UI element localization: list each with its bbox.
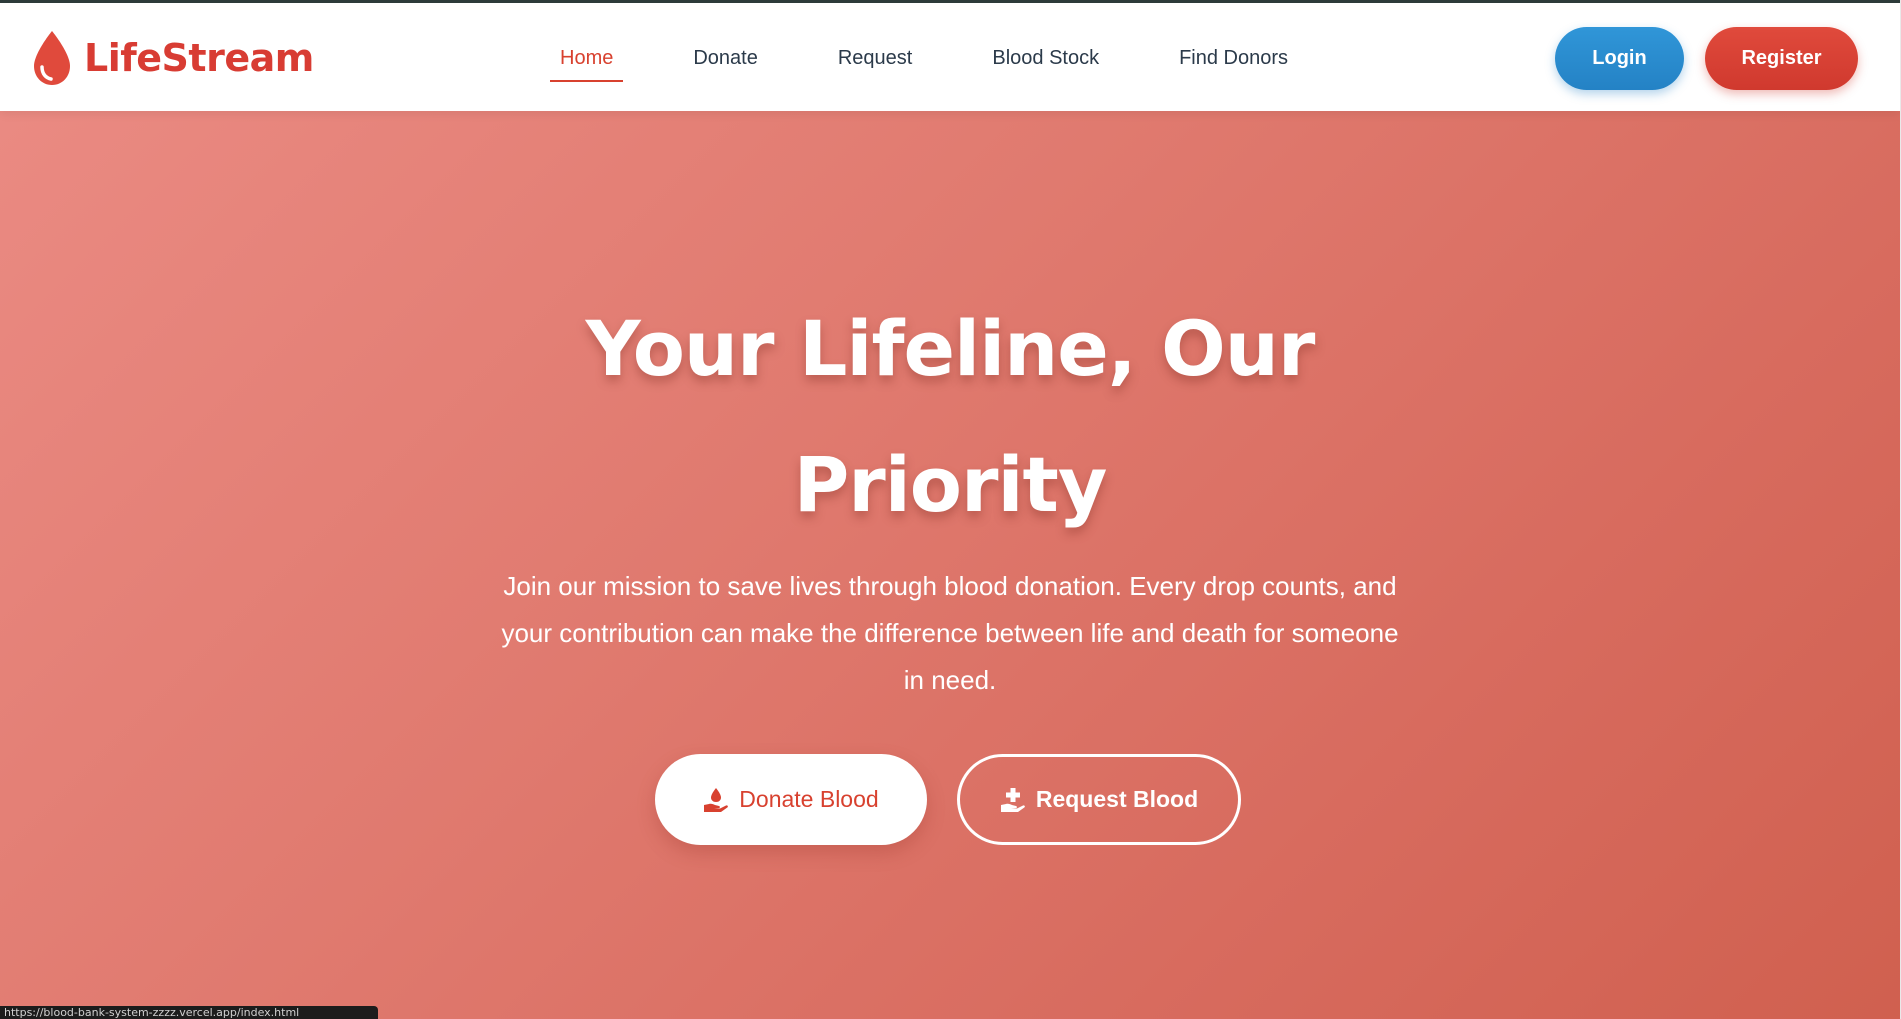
brand-logo-link[interactable]: LifeStream (30, 28, 314, 88)
donate-blood-label: Donate Blood (739, 786, 879, 812)
hand-holding-drop-icon (704, 787, 729, 812)
blood-drop-icon (34, 31, 70, 85)
window-top-border (0, 0, 1901, 3)
hero-description: Join our mission to save lives through b… (470, 563, 1430, 704)
navbar: LifeStream Home Donate Request Blood Sto… (0, 3, 1900, 111)
brand-name: LifeStream (84, 36, 314, 80)
request-blood-button[interactable]: Request Blood (957, 754, 1241, 845)
donate-blood-button[interactable]: Donate Blood (655, 754, 927, 845)
page: LifeStream Home Donate Request Blood Sto… (0, 0, 1900, 1019)
hand-holding-medical-icon (1000, 787, 1025, 812)
nav-link-blood-stock[interactable]: Blood Stock (992, 47, 1099, 70)
nav-link-request[interactable]: Request (838, 47, 913, 70)
nav-link-donate[interactable]: Donate (693, 47, 758, 70)
request-blood-label: Request Blood (1035, 786, 1199, 812)
nav-link-home[interactable]: Home (549, 47, 624, 82)
register-button[interactable]: Register (1705, 27, 1858, 90)
hero-description-line-3: in need. (903, 665, 997, 695)
hero-section: Your Lifeline, Our Priority Join our mis… (0, 111, 1900, 1019)
login-button[interactable]: Login (1555, 27, 1684, 90)
hero-title-line-2: Priority (793, 440, 1108, 529)
hero-description-line-1: Join our mission to save lives through b… (503, 571, 1397, 601)
browser-viewport: LifeStream Home Donate Request Blood Sto… (0, 0, 1901, 1019)
hero-title: Your Lifeline, Our Priority (450, 281, 1450, 553)
hero-description-line-2: your contribution can make the differenc… (501, 618, 1399, 648)
nav-link-find-donors[interactable]: Find Donors (1179, 47, 1288, 70)
main-nav: Home Donate Request Blood Stock Find Don… (549, 29, 1288, 87)
status-bar-url: https://blood-bank-system-zzzz.vercel.ap… (0, 1006, 378, 1019)
hero-title-line-1: Your Lifeline, Our (585, 304, 1316, 393)
